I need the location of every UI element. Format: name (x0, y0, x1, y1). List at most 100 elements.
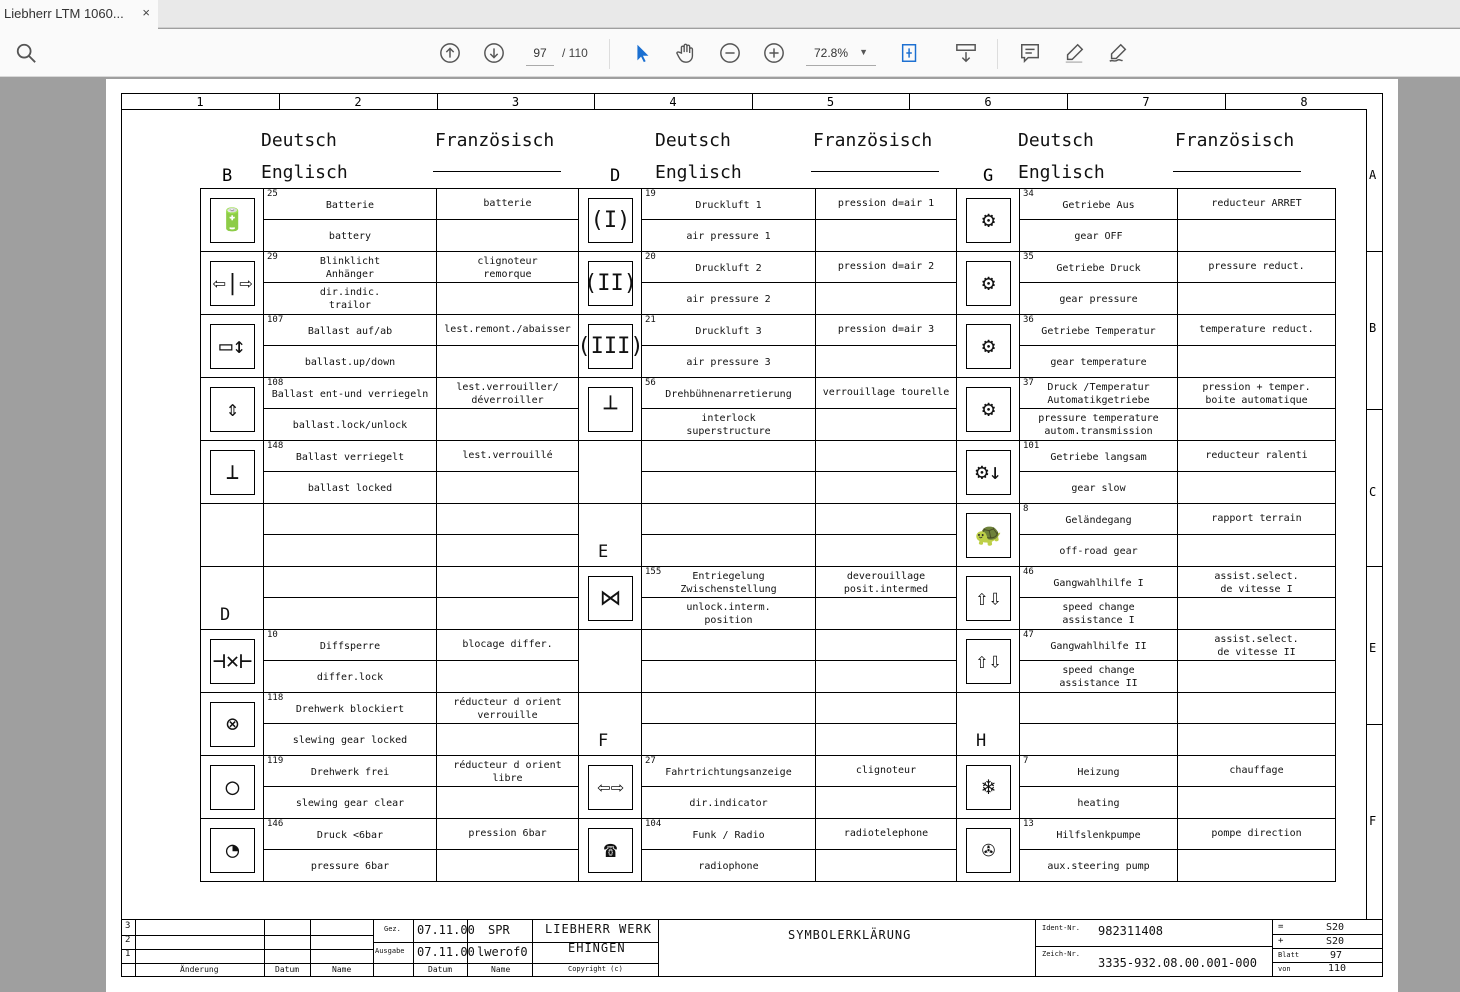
german-cell: 35 Getriebe Druck (1019, 251, 1178, 283)
blank-cell (1177, 660, 1336, 693)
icon-cell: ⚙ (956, 314, 1020, 378)
symbol-number: 27 (645, 756, 656, 766)
german-text: Druckluft 1 (695, 200, 762, 211)
gear-slow-icon: ⚙↓ (966, 450, 1011, 495)
english-cell: aux.steering pump (1019, 849, 1178, 882)
previous-page-button[interactable] (438, 41, 462, 65)
symbol-number: 148 (267, 441, 284, 451)
icon-cell: D (200, 566, 264, 630)
french-text: chauffage (1229, 765, 1284, 776)
blank-cell (436, 786, 579, 819)
french-text: assist.select. de vitesse I (1214, 571, 1299, 595)
label-ausgabe: Ausgabe (375, 947, 405, 955)
ballast-locked-icon: ⊥ (210, 450, 255, 495)
battery-icon: 🔋 (210, 198, 255, 243)
zoom-in-button[interactable] (762, 41, 786, 65)
column-number: 5 (826, 95, 835, 109)
zoom-level-select[interactable]: 72.8% ▼ (806, 44, 876, 66)
column-number: 7 (1142, 95, 1150, 109)
symbol-number: 19 (645, 189, 656, 199)
german-text: Ballast auf/ab (307, 326, 393, 337)
english-cell: unlock.interm. position (641, 597, 816, 630)
icon-cell: ⊥ (200, 440, 264, 504)
zoom-out-button[interactable] (718, 41, 742, 65)
blank-cell (815, 786, 957, 819)
symbol-number: 108 (267, 378, 284, 388)
comment-icon[interactable] (1018, 41, 1042, 65)
german-cell (641, 629, 816, 661)
scroll-mode-icon[interactable] (954, 41, 978, 65)
label-zeich: Zeich-Nr. (1042, 950, 1080, 958)
radio-phone-icon: ☎ (588, 828, 633, 873)
german-cell (1019, 692, 1178, 724)
french-cell: pressure reduct. (1177, 251, 1336, 283)
french-text: réducteur d orient libre (453, 760, 562, 784)
french-cell (815, 503, 957, 535)
select-cursor-icon[interactable] (630, 41, 654, 65)
french-text: clignoteur (855, 765, 917, 776)
english-cell (641, 471, 816, 504)
toolbar-divider (997, 39, 998, 69)
german-cell: 27 Fahrtrichtungsanzeige (641, 755, 816, 787)
hand-tool-icon[interactable] (674, 41, 698, 65)
next-page-button[interactable] (482, 41, 506, 65)
english-cell: gear slow (1019, 471, 1178, 504)
blank-cell (815, 723, 957, 756)
symbol-number: 47 (1023, 630, 1034, 640)
english-text: dir.indic. trailor (319, 287, 381, 311)
french-text: pression d=air 1 (837, 198, 935, 209)
blank-cell (436, 408, 579, 441)
icon-cell: ⇦|⇨ (200, 251, 264, 315)
icon-cell: ┴ (578, 377, 642, 441)
label-ident: Ident-Nr. (1042, 924, 1080, 932)
blank-cell (815, 408, 957, 441)
english-text: slewing gear clear (295, 798, 405, 809)
page-number-input[interactable]: 97 (526, 44, 554, 66)
close-tab-icon[interactable]: × (142, 5, 150, 20)
icon-cell (578, 629, 642, 693)
blank-cell (1177, 408, 1336, 441)
icon-cell: 🔋 (200, 188, 264, 252)
blank-cell (1177, 849, 1336, 882)
highlight-pen-icon[interactable] (1062, 41, 1086, 65)
fit-page-icon[interactable] (898, 41, 922, 65)
french-cell: pression d=air 2 (815, 251, 957, 283)
sign-icon[interactable] (1106, 41, 1130, 65)
german-text: Diffsperre (319, 641, 381, 652)
search-zoom-icon[interactable] (14, 41, 38, 65)
french-cell: réducteur d orient verrouille (436, 692, 579, 724)
english-cell: dir.indicator (641, 786, 816, 819)
blank-cell (815, 345, 957, 378)
document-tab[interactable]: Liebherr LTM 1060... × (0, 0, 158, 29)
frame-line (1366, 251, 1383, 252)
header-deutsch: Deutsch (1018, 130, 1094, 151)
french-cell (436, 503, 579, 535)
frame-line (433, 171, 561, 172)
drawing-number: 3335-932.08.00.001-000 (1098, 956, 1257, 970)
german-cell: 20 Druckluft 2 (641, 251, 816, 283)
drawing-title: SYMBOLERKLÄRUNG (788, 928, 912, 942)
french-text: lest.verrouillé (462, 450, 553, 461)
german-cell: 36 Getriebe Temperatur (1019, 314, 1178, 346)
ausgabe-name: lwerof0 (477, 945, 528, 959)
frame-line (121, 93, 122, 977)
german-text: Druckluft 3 (695, 326, 762, 337)
label-blatt: Blatt (1278, 951, 1300, 959)
header-franzoesisch: Französisch (1175, 130, 1295, 151)
english-cell: dir.indic. trailor (263, 282, 437, 315)
german-cell: 7 Heizung (1019, 755, 1178, 787)
english-cell: pressure temperature autom.transmission (1019, 408, 1178, 441)
column-number: 8 (1300, 95, 1308, 109)
symbol-number: 8 (1023, 504, 1029, 514)
french-text: reducteur ARRET (1211, 198, 1302, 209)
row-letter: C (1369, 485, 1377, 499)
section-label: E (598, 542, 609, 562)
english-cell: speed change assistance II (1019, 660, 1178, 693)
blank-cell (436, 282, 579, 315)
english-text: air pressure 2 (686, 294, 771, 305)
blank-cell (436, 660, 579, 693)
english-cell: gear pressure (1019, 282, 1178, 315)
direction-indicator-icon: ⇦⇨ (588, 765, 633, 810)
german-cell: 21 Druckluft 3 (641, 314, 816, 346)
frame-line (1382, 93, 1383, 977)
